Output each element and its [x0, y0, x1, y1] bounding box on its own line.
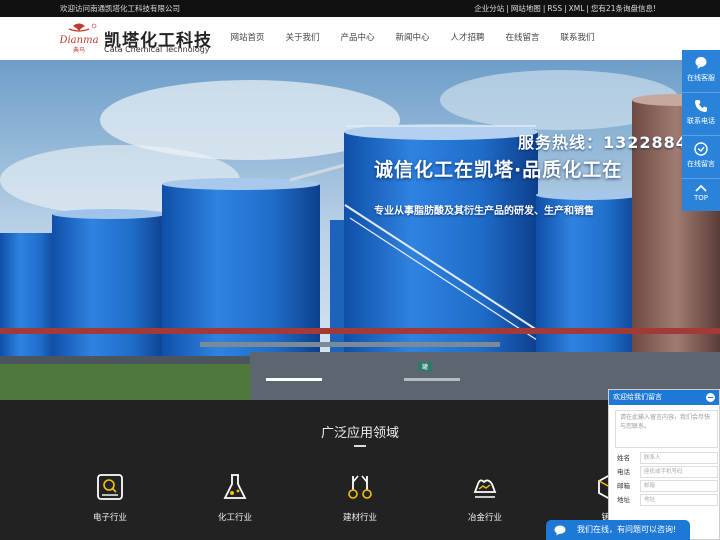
phone-input[interactable]: 座机或手机号码: [640, 466, 718, 478]
field-label: 姓名: [617, 454, 630, 462]
online-message-button[interactable]: 在线留言: [682, 136, 720, 179]
hero-banner[interactable]: 罐 服务热线：1322884 诚信化工在凯塔·品质化工在 专业从事脂肪酸及其衍生…: [0, 60, 720, 400]
message-textarea[interactable]: 请在此输入留言内容，我们会尽快与您联系。: [615, 410, 718, 448]
welcome-text: 欢迎访问南通凯塔化工科技有限公司: [60, 4, 180, 13]
message-panel-title: 欢迎给我们留言: [613, 393, 662, 401]
contact-phone-button[interactable]: 联系电话: [682, 93, 720, 136]
field-label: 电话: [617, 468, 630, 476]
nav-jobs[interactable]: 人才招聘: [440, 17, 495, 60]
app-label: 冶金行业: [467, 513, 502, 523]
site-header: Dianma 典马 凯塔化工科技 Cata Chemical Technolog…: [0, 17, 720, 60]
main-nav: 网站首页 关于我们 产品中心 新闻中心 人才招聘 在线留言 联系我们: [220, 17, 605, 60]
back-to-top-button[interactable]: TOP: [682, 179, 720, 211]
address-field: 地址 地址: [615, 494, 718, 507]
phone-field: 电话 座机或手机号码: [615, 466, 718, 479]
field-label: 邮箱: [617, 482, 630, 490]
app-electronics[interactable]: 电子行业: [75, 472, 145, 523]
message-panel-header: 欢迎给我们留言: [609, 390, 719, 405]
name-input[interactable]: 联系人: [640, 452, 718, 464]
carousel-dot[interactable]: [404, 378, 460, 381]
link-substation[interactable]: 企业分站: [474, 4, 504, 13]
nav-news[interactable]: 新闻中心: [385, 17, 440, 60]
chat-icon: [695, 57, 707, 69]
svg-text:典马: 典马: [73, 46, 85, 54]
app-label: 电子行业: [92, 513, 127, 523]
side-label: 在线留言: [687, 160, 715, 168]
app-chemical[interactable]: 化工行业: [200, 472, 270, 523]
svg-text:罐: 罐: [422, 363, 428, 371]
link-rss[interactable]: RSS: [547, 4, 562, 13]
side-label: 联系电话: [687, 117, 715, 125]
service-hotline: 服务热线：1322884: [518, 133, 688, 152]
link-inquiries[interactable]: 您有21条询盘信息!: [591, 4, 656, 13]
nav-message[interactable]: 在线留言: [495, 17, 550, 60]
app-building-materials[interactable]: 建材行业: [325, 472, 395, 523]
company-logo[interactable]: Dianma 典马: [58, 22, 99, 54]
electronics-icon: [97, 474, 123, 500]
message-panel: 欢迎给我们留言 请在此输入留言内容，我们会尽快与您联系。 姓名 联系人 电话 座…: [608, 389, 720, 540]
nav-home[interactable]: 网站首页: [220, 17, 275, 60]
svg-text:Dianma: Dianma: [60, 35, 98, 46]
tank-farm-illustration: 罐: [0, 60, 720, 400]
hero-subtitle: 专业从事脂肪酸及其衍生产品的研发、生产和销售: [374, 206, 594, 217]
message-icon: [694, 142, 708, 156]
chat-bar-text: 我们在线，有问题可以咨询!: [577, 525, 677, 534]
company-name-en: Cata Chemical Technology: [104, 45, 210, 54]
field-label: 地址: [617, 496, 630, 504]
floating-sidebar: 在线客服 联系电话 在线留言 TOP: [682, 50, 720, 211]
nav-products[interactable]: 产品中心: [330, 17, 385, 60]
top-label: TOP: [693, 194, 708, 202]
chevron-up-icon: [695, 184, 707, 192]
title-divider: [354, 445, 366, 447]
chat-bubble-icon: [554, 525, 566, 536]
top-links: 企业分站 | 网站地图 | RSS | XML | 您有21条询盘信息!: [474, 4, 656, 13]
nav-about[interactable]: 关于我们: [275, 17, 330, 60]
carousel-indicators: [266, 378, 460, 381]
nav-contact[interactable]: 联系我们: [550, 17, 605, 60]
metallurgy-icon: [473, 479, 497, 498]
app-metallurgy[interactable]: 冶金行业: [450, 472, 520, 523]
hero-slogan: 诚信化工在凯塔·品质化工在: [374, 159, 623, 181]
building-material-icon: [348, 475, 372, 499]
email-input[interactable]: 邮箱: [640, 480, 718, 492]
carousel-dot[interactable]: [266, 378, 322, 381]
app-label: 建材行业: [342, 513, 377, 523]
online-service-button[interactable]: 在线客服: [682, 50, 720, 93]
online-chat-bar[interactable]: 我们在线，有问题可以咨询!: [546, 520, 690, 540]
side-label: 在线客服: [687, 74, 715, 82]
link-xml[interactable]: XML: [569, 4, 585, 13]
email-field: 邮箱 邮箱: [615, 480, 718, 493]
app-label: 化工行业: [217, 513, 252, 523]
phone-icon: [695, 100, 707, 112]
flask-icon: [223, 474, 247, 499]
name-field: 姓名 联系人: [615, 452, 718, 465]
link-sitemap[interactable]: 网站地图: [511, 4, 541, 13]
top-bar: 欢迎访问南通凯塔化工科技有限公司 企业分站 | 网站地图 | RSS | XML | 您有21条…: [0, 0, 720, 17]
address-input[interactable]: 地址: [640, 494, 718, 506]
minimize-icon[interactable]: [706, 393, 715, 402]
